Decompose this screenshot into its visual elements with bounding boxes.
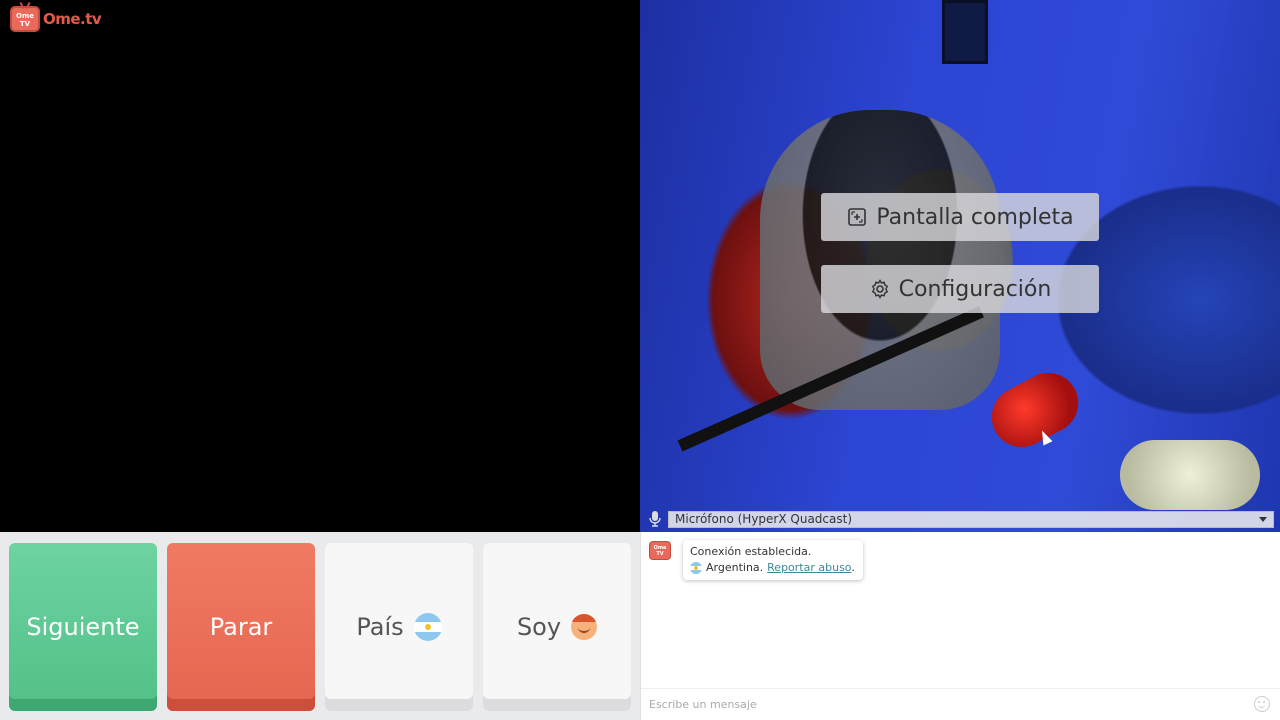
omegle-style-app: Ome TV Ome.tv Pantalla completa Configur… [0,0,1280,720]
emoji-icon[interactable] [1254,696,1270,712]
gender-label: Soy [516,613,562,641]
fullscreen-label: Pantalla completa [876,204,1074,230]
report-suffix: . [851,561,855,574]
chat-logo-icon: Ome TV [649,541,671,560]
chevron-down-icon [1259,516,1267,522]
partner-country: Argentina. [706,561,764,574]
next-label: Siguiente [26,613,140,641]
settings-button[interactable]: Configuración [821,265,1099,313]
fullscreen-icon [846,206,868,228]
partner-info: Argentina. Reportar abuso. [690,560,855,576]
own-camera-video: Pantalla completa Configuración Micrófon… [640,0,1280,532]
argentina-flag-icon [413,613,442,641]
chat-logo-badge: Ome TV [653,545,667,557]
next-button[interactable]: Siguiente [9,543,157,711]
stop-button[interactable]: Parar [167,543,315,711]
argentina-flag-icon [690,562,702,574]
logo-badge: Ome TV [16,12,34,28]
microphone-selected: Micrófono (HyperX Quadcast) [675,511,853,526]
gear-icon [869,278,891,300]
message-placeholder: Escribe un mensaje [649,698,757,711]
chat-controls: Siguiente Parar País Soy [0,532,640,720]
logo-tv-icon: Ome TV [10,6,40,32]
camera-scene-microphone [981,362,1089,458]
message-input[interactable]: Escribe un mensaje [641,688,1280,720]
fullscreen-button[interactable]: Pantalla completa [821,193,1099,241]
microphone-bar: Micrófono (HyperX Quadcast) [640,506,1280,532]
stranger-video: Ome TV Ome.tv [0,0,640,532]
settings-label: Configuración [898,276,1052,302]
system-message: Conexión establecida. Argentina. Reporta… [683,540,863,580]
camera-scene-person [760,110,1000,410]
report-abuse-link[interactable]: Reportar abuso [767,561,851,574]
microphone-icon [648,510,662,528]
gender-button[interactable]: Soy [483,543,631,711]
boy-avatar-icon [571,614,598,640]
chat-panel: Ome TV Conexión establecida. Argentina. … [640,532,1280,720]
microphone-select[interactable]: Micrófono (HyperX Quadcast) [668,510,1274,528]
camera-scene-cloth [1120,440,1260,510]
camera-scene-poster [942,0,988,64]
site-logo[interactable]: Ome TV Ome.tv [10,6,102,32]
logo-text: Ome.tv [43,10,102,28]
connection-status: Conexión establecida. [690,545,812,558]
country-button[interactable]: País [325,543,473,711]
stop-label: Parar [209,613,273,641]
country-label: País [356,613,404,641]
